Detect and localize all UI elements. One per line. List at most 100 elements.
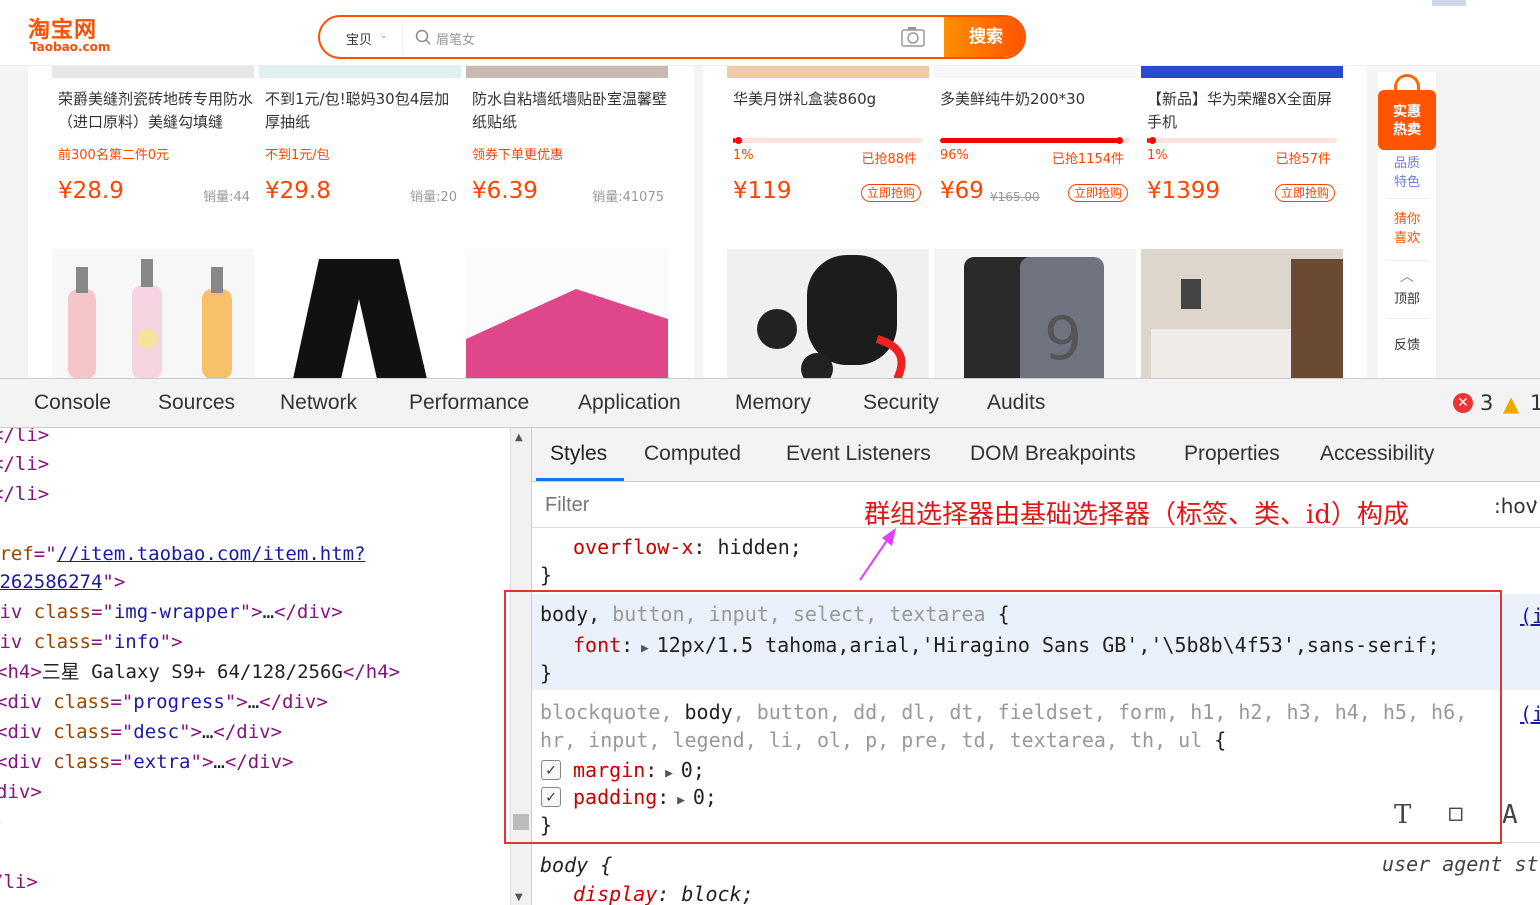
collapsed-ellipsis[interactable]: …	[248, 691, 259, 713]
product-sales: 销量:41075	[592, 190, 664, 205]
flash-sale-card[interactable]: 【新品】华为荣耀8X全面屏手机 1% 已抢57件 ¥1399 立即抢购	[1141, 66, 1343, 226]
dom-node-div[interactable]: <div class="extra">…</div>	[0, 747, 293, 777]
tab-styles[interactable]: Styles	[550, 442, 607, 466]
tab-properties[interactable]: Properties	[1184, 442, 1280, 466]
attr-eq: ="	[90, 601, 114, 623]
product-image-pants[interactable]	[259, 249, 461, 378]
buy-now-button[interactable]: 立即抢购	[1274, 184, 1335, 202]
hov-toggle[interactable]: :hov	[1494, 494, 1538, 518]
product-title[interactable]: 【新品】华为荣耀8X全面屏手机	[1147, 88, 1343, 134]
tab-security[interactable]: Security	[863, 391, 939, 415]
dom-node-fragment[interactable]: -	[0, 807, 3, 837]
sold-progress-dot	[734, 137, 742, 144]
dom-node-div[interactable]: div class="info">	[0, 627, 183, 657]
product-title[interactable]: 防水自粘墙纸墙贴卧室温馨壁纸贴纸	[472, 88, 668, 134]
chevron-up-icon[interactable]: ︿	[1386, 268, 1428, 287]
dom-node[interactable]: </li>	[0, 449, 49, 479]
attr-link[interactable]: //item.taobao.com/item.htm?	[57, 543, 366, 565]
attr-value: desc	[133, 721, 180, 743]
scroll-up-arrow[interactable]: ▲	[515, 432, 523, 443]
product-image-phone[interactable]: 9	[934, 249, 1136, 378]
search-input[interactable]: 眉笔女	[436, 29, 475, 48]
tab-memory[interactable]: Memory	[735, 391, 811, 415]
error-count[interactable]: 3	[1480, 391, 1493, 415]
dom-node-div[interactable]: div class="img-wrapper">…</div>	[0, 597, 343, 627]
product-image-kitchen[interactable]	[1141, 249, 1343, 378]
scroll-down-arrow[interactable]: ▼	[515, 892, 523, 903]
camera-icon[interactable]	[900, 25, 926, 49]
dom-node-li-close[interactable]: /li>	[0, 867, 38, 897]
tab-audits[interactable]: Audits	[987, 391, 1045, 415]
tab-computed[interactable]: Computed	[644, 442, 741, 466]
dom-node-anchor-cont[interactable]: 5262586274">	[0, 567, 125, 597]
sold-progress-dot	[1115, 137, 1123, 144]
tab-accessibility[interactable]: Accessibility	[1320, 442, 1434, 466]
css-property[interactable]: overflow-x	[573, 535, 693, 559]
flash-sale-card[interactable]: 华美月饼礼盒装860g 1% 已抢88件 ¥119 立即抢购	[727, 66, 929, 226]
tab-network[interactable]: Network	[280, 391, 357, 415]
rnav-divider	[1386, 198, 1428, 199]
more-icon[interactable]: ·	[1532, 490, 1538, 514]
css-property[interactable]: display	[573, 882, 657, 905]
attr-link[interactable]: 5262586274	[0, 571, 102, 593]
dom-node-h4[interactable]: <h4>三星 Galaxy S9+ 64/128/256G</h4>	[0, 657, 400, 687]
rule-source-link[interactable]: (i	[1520, 604, 1540, 628]
error-icon[interactable]: ✕	[1453, 393, 1473, 413]
product-title[interactable]: 华美月饼礼盒装860g	[733, 88, 929, 111]
warning-count[interactable]: 1	[1530, 391, 1540, 415]
tab-console[interactable]: Console	[34, 391, 111, 415]
product-title[interactable]: 荣爵美缝剂瓷砖地砖专用防水（进口原料）美缝勾填缝	[58, 88, 254, 134]
search-button[interactable]: 搜索	[944, 17, 1024, 57]
flash-sale-card[interactable]: 多美鲜纯牛奶200*30 96% 已抢1154件 ¥69 ¥165.00 立即抢…	[934, 66, 1136, 226]
rnav-top[interactable]: 顶部	[1386, 290, 1428, 309]
rule-declaration[interactable]: display: block;	[573, 880, 754, 905]
product-image-yoga-mat[interactable]	[466, 249, 668, 378]
dom-node[interactable]: </li>	[0, 479, 49, 509]
collapsed-ellipsis[interactable]: …	[213, 751, 224, 773]
product-price: ¥28.9	[58, 178, 124, 204]
top-scrollbar-thumb[interactable]	[1432, 0, 1466, 6]
product-image-earbuds[interactable]	[727, 249, 929, 378]
product-title[interactable]: 多美鲜纯牛奶200*30	[940, 88, 1136, 111]
annotation-text: 群组选择器由基础选择器（标签、类、id）构成	[864, 500, 1409, 530]
product-image-bottles[interactable]	[52, 249, 254, 378]
product-card[interactable]: 防水自粘墙纸墙贴卧室温馨壁纸贴纸 领券下单更优惠 ¥6.39 销量:41075	[466, 66, 668, 226]
search-scope-select[interactable]: 宝贝	[346, 29, 372, 48]
buy-now-button[interactable]: 立即抢购	[860, 184, 921, 202]
dom-node[interactable]: </li>	[0, 428, 49, 450]
tag-close: ">	[179, 721, 202, 743]
tab-dom-breakpoints[interactable]: DOM Breakpoints	[970, 442, 1136, 466]
collapsed-ellipsis[interactable]: …	[202, 721, 213, 743]
dom-node-anchor[interactable]: href="//item.taobao.com/item.htm?	[0, 539, 366, 569]
chevron-down-icon[interactable]: ⌄	[380, 31, 388, 41]
rule-selector[interactable]: body {	[540, 851, 612, 879]
attr-eq: ="	[110, 721, 134, 743]
tab-performance[interactable]: Performance	[409, 391, 529, 415]
tab-event-listeners[interactable]: Event Listeners	[786, 442, 931, 466]
collapsed-ellipsis[interactable]: …	[263, 601, 274, 623]
tab-application[interactable]: Application	[578, 391, 681, 415]
rule-declaration[interactable]: overflow-x: hidden;	[573, 533, 802, 561]
attr-value: progress	[133, 691, 225, 713]
dom-node-div[interactable]: <div class="desc">…</div>	[0, 717, 282, 747]
attr-name: class	[53, 691, 111, 713]
styles-filter-input[interactable]: Filter	[545, 494, 589, 517]
tab-sources[interactable]: Sources	[158, 391, 235, 415]
product-title[interactable]: 不到1元/包!聪妈30包4层加厚抽纸	[265, 88, 461, 134]
css-value[interactable]: hidden;	[718, 535, 802, 559]
dom-node-div-close[interactable]: div>	[0, 777, 42, 807]
rnav-guess[interactable]: 猜你 喜欢	[1386, 210, 1428, 248]
rule-source-link[interactable]: (i	[1520, 702, 1540, 726]
warning-icon[interactable]: ▲	[1503, 392, 1519, 416]
product-card[interactable]: 不到1元/包!聪妈30包4层加厚抽纸 不到1元/包 ¥29.8 销量:20	[259, 66, 461, 226]
rnav-featured[interactable]: 实惠 热卖	[1378, 90, 1436, 150]
color-icon[interactable]: A	[1502, 800, 1518, 830]
annotation-arrow	[859, 528, 896, 581]
buy-now-button[interactable]: 立即抢购	[1067, 184, 1128, 202]
rule-close-brace: }	[540, 563, 553, 587]
rnav-feedback[interactable]: 反馈	[1386, 336, 1428, 355]
rnav-quality[interactable]: 品质 特色	[1386, 154, 1428, 192]
product-card[interactable]: 荣爵美缝剂瓷砖地砖专用防水（进口原料）美缝勾填缝 前300名第二件0元 ¥28.…	[52, 66, 254, 226]
css-value[interactable]: block;	[681, 882, 753, 905]
dom-node-div[interactable]: <div class="progress">…</div>	[0, 687, 328, 717]
